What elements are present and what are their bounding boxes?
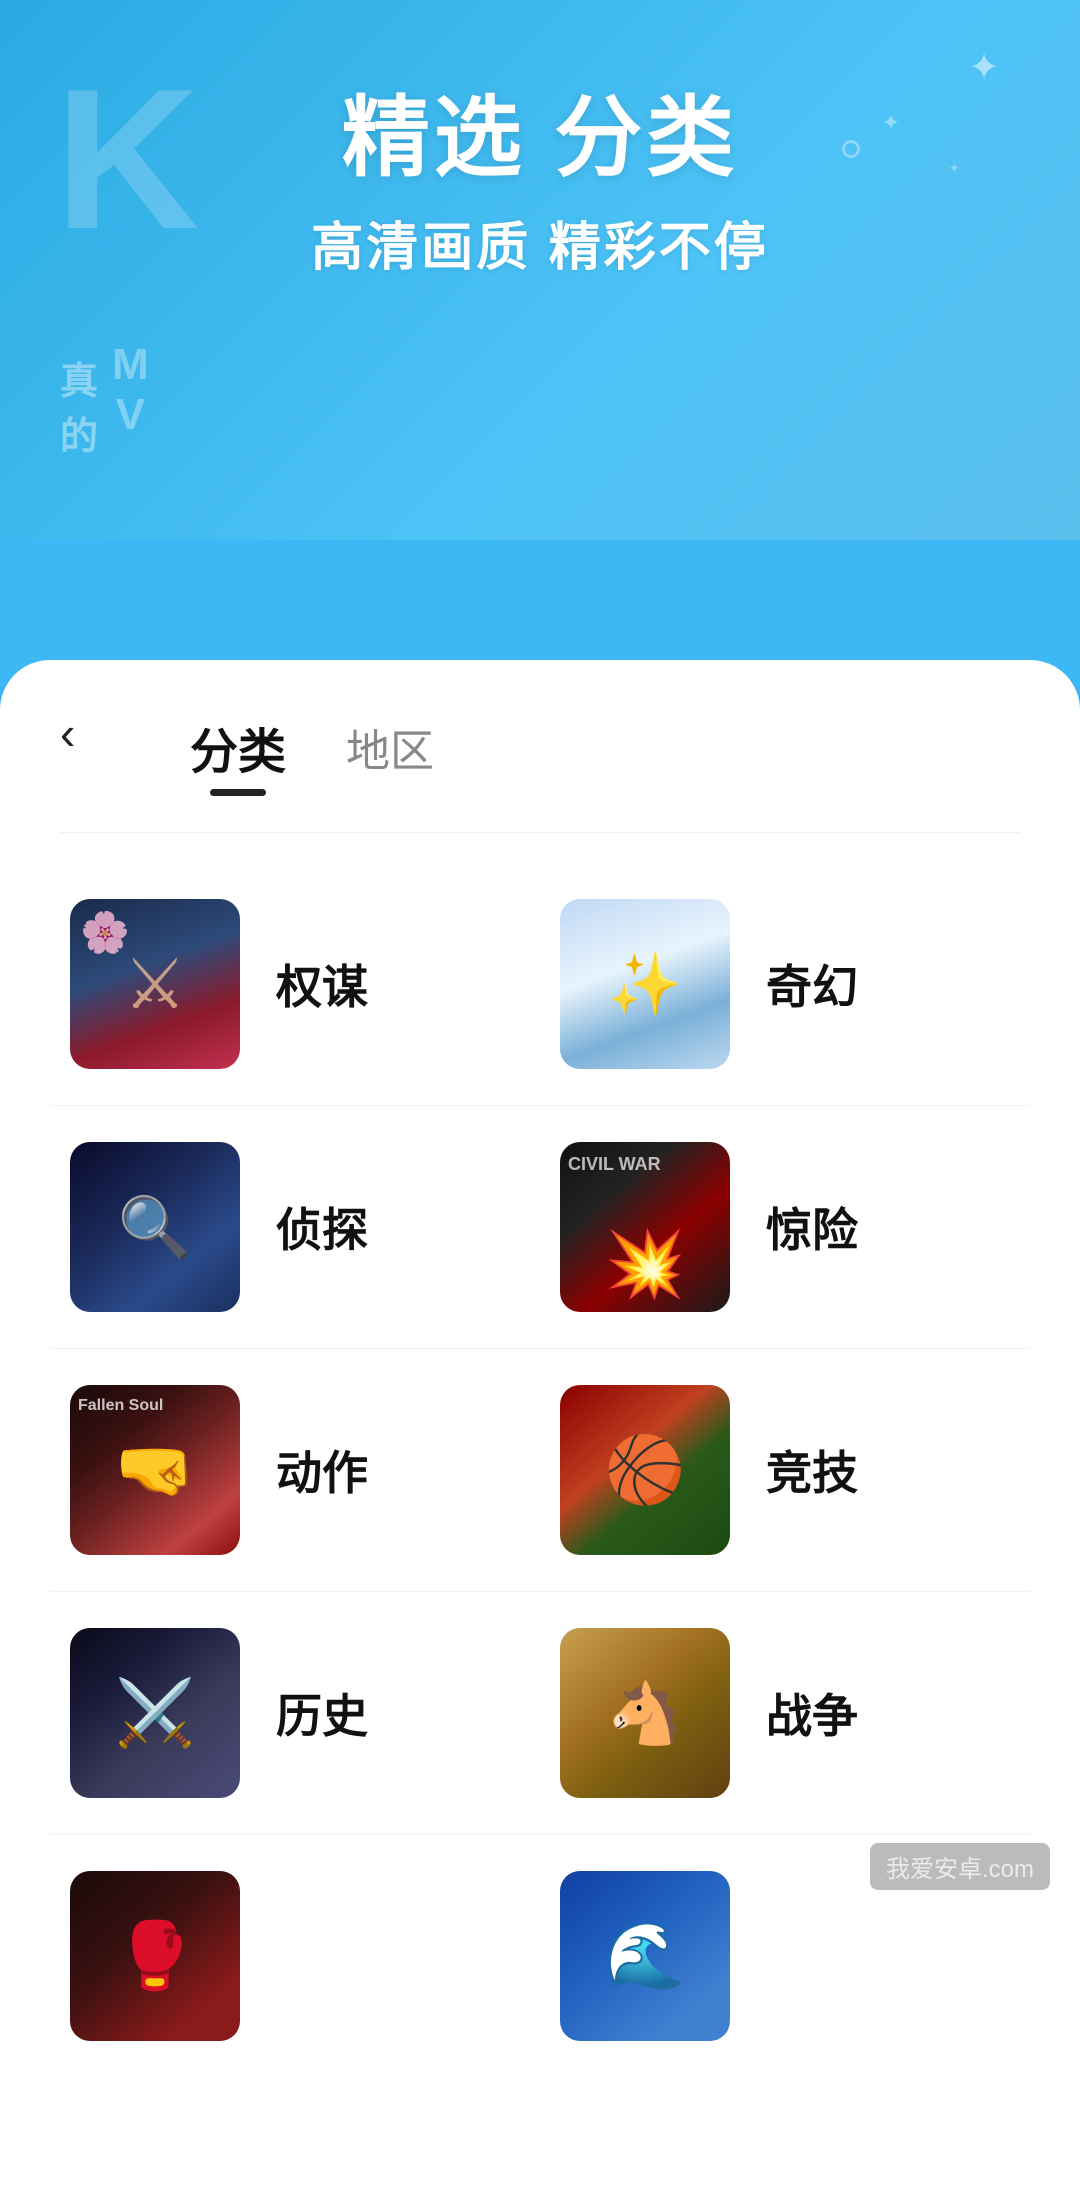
category-thumb-lishi xyxy=(70,1628,240,1798)
hero-title-part1: 精选 xyxy=(342,88,526,187)
category-name-qihuan: 奇幻 xyxy=(766,951,858,1017)
category-item-zhentan[interactable]: 侦探 xyxy=(50,1106,540,1348)
category-item-zhanzhen[interactable]: 战争 xyxy=(540,1592,1030,1834)
category-item-jingji[interactable]: 竞技 xyxy=(540,1349,1030,1591)
category-item-quanmou[interactable]: 权谋 xyxy=(50,863,540,1105)
category-list: 权谋 奇幻 侦探 惊险 动作 xyxy=(0,833,1080,2107)
category-row-3: 动作 竞技 xyxy=(50,1349,1030,1592)
category-thumb-qihuan xyxy=(560,899,730,1069)
category-thumb-row5-left xyxy=(70,1871,240,2041)
category-item-row5-left[interactable] xyxy=(50,1835,540,2077)
tab-region[interactable]: 地区 xyxy=(346,715,434,793)
watermark-zhen: 真 xyxy=(60,350,98,405)
hero-section: 精选 分类 高清画质 精彩不停 真 的 M V xyxy=(0,0,1080,280)
category-name-zhanzhen: 战争 xyxy=(766,1680,858,1746)
watermark-m: M xyxy=(112,340,149,390)
hero-title-part2: 分类 xyxy=(554,88,738,187)
category-row-2: 侦探 惊险 xyxy=(50,1106,1030,1349)
category-name-jingji: 竞技 xyxy=(766,1437,858,1503)
category-thumb-zhentan xyxy=(70,1142,240,1312)
category-item-jingxian[interactable]: 惊险 xyxy=(540,1106,1030,1348)
category-name-jingxian: 惊险 xyxy=(766,1194,858,1260)
category-item-lishi[interactable]: 历史 xyxy=(50,1592,540,1834)
category-thumb-row5-right xyxy=(560,1871,730,2041)
category-thumb-quanmou xyxy=(70,899,240,1069)
category-name-lishi: 历史 xyxy=(276,1680,368,1746)
watermark-de: 的 xyxy=(60,405,98,460)
back-button[interactable]: ‹ xyxy=(60,710,75,756)
app-watermark: 我爱安卓.com xyxy=(870,1843,1050,1890)
category-thumb-jingxian xyxy=(560,1142,730,1312)
category-thumb-dongzuo xyxy=(70,1385,240,1555)
watermark-v: V xyxy=(112,390,149,440)
category-thumb-jingji xyxy=(560,1385,730,1555)
category-name-dongzuo: 动作 xyxy=(276,1437,368,1503)
content-card: ‹ 分类 地区 权谋 奇幻 侦探 惊险 xyxy=(0,660,1080,2187)
hero-title: 精选 分类 xyxy=(0,90,1080,187)
tab-category[interactable]: 分类 xyxy=(190,712,286,796)
category-item-qihuan[interactable]: 奇幻 xyxy=(540,863,1030,1105)
hero-subtitle: 高清画质 精彩不停 xyxy=(0,205,1080,280)
category-thumb-zhanzhen xyxy=(560,1628,730,1798)
tab-header: ‹ 分类 地区 xyxy=(0,660,1080,796)
category-row-4: 历史 战争 xyxy=(50,1592,1030,1835)
category-name-quanmou: 权谋 xyxy=(276,951,368,1017)
category-row-1: 权谋 奇幻 xyxy=(50,863,1030,1106)
category-item-dongzuo[interactable]: 动作 xyxy=(50,1349,540,1591)
category-name-zhentan: 侦探 xyxy=(276,1194,368,1260)
